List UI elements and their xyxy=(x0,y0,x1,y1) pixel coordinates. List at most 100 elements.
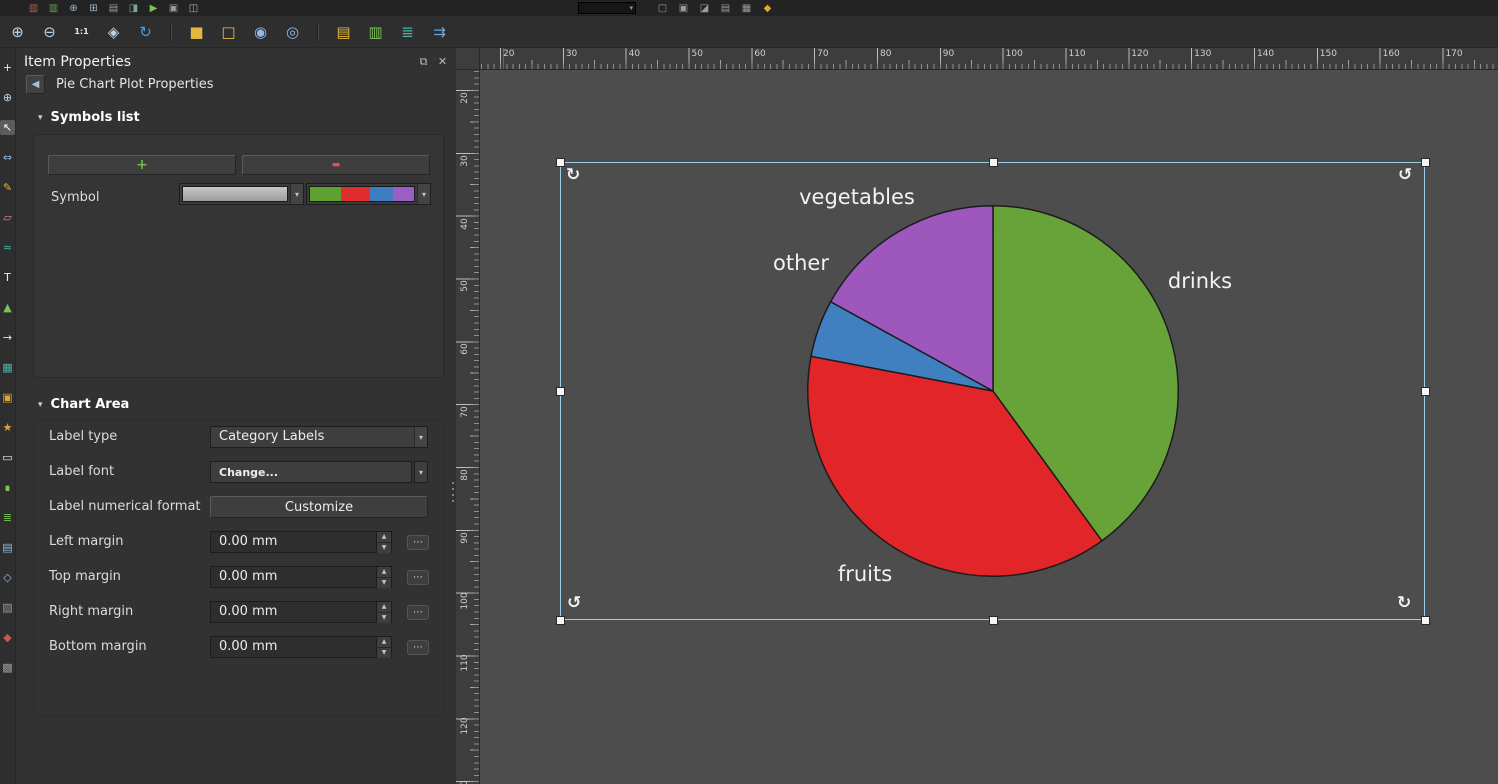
add-html-icon[interactable]: ◇ xyxy=(0,570,15,585)
zoom-out-icon[interactable]: ⊖ xyxy=(38,20,61,43)
add-elevation-icon[interactable]: ▧ xyxy=(0,600,15,615)
group-items-icon[interactable]: ◉ xyxy=(249,20,272,43)
ruler-number: 70 xyxy=(817,49,828,59)
data-defined-override-button[interactable]: ⋯ xyxy=(407,640,429,655)
symbol-colors-dropdown[interactable]: ▾ xyxy=(306,183,431,205)
pie-chart-item[interactable] xyxy=(798,196,1188,586)
rotate-handle-icon[interactable]: ↺ xyxy=(1398,165,1412,185)
spin-up-icon[interactable]: ▲ xyxy=(377,602,391,613)
toolbar-combo-box[interactable]: ▾ xyxy=(578,2,636,14)
toolbar-icon-l[interactable]: ◪ xyxy=(697,2,712,15)
margin-spinbox[interactable]: 0.00 mm ▲ ▼ xyxy=(210,566,392,588)
selection-handle[interactable] xyxy=(556,387,565,396)
margin-spinbox[interactable]: 0.00 mm ▲ ▼ xyxy=(210,636,392,658)
back-button[interactable]: ◀ xyxy=(26,75,45,94)
add-symbol-button[interactable]: + xyxy=(48,155,236,175)
align-items-icon[interactable]: ≣ xyxy=(396,20,419,43)
close-panel-icon[interactable]: ✕ xyxy=(435,55,450,69)
toolbar-icon-c[interactable]: ⊕ xyxy=(66,2,81,15)
unlock-items-icon[interactable]: □ xyxy=(217,20,240,43)
spin-down-icon[interactable]: ▼ xyxy=(377,578,391,588)
toolbar-icon-g[interactable]: ▶ xyxy=(146,2,161,15)
add-table-icon[interactable]: ▤ xyxy=(0,540,15,555)
select-tool-icon[interactable]: ↖ xyxy=(0,120,15,135)
ruler-top[interactable]: 2030405060708090100110120130140150160170 xyxy=(480,48,1498,70)
zoom-in-icon[interactable]: ⊕ xyxy=(6,20,29,43)
add-scalebar-icon[interactable]: ▭ xyxy=(0,450,15,465)
add-node-item-icon[interactable]: ▱ xyxy=(0,210,15,225)
spin-down-icon[interactable]: ▼ xyxy=(377,543,391,553)
layout-canvas[interactable]: drinksfruitsothervegetables ↻ ↺ ↺ ↻ xyxy=(480,70,1498,784)
ruler-left[interactable]: 2030405060708090100110120130 xyxy=(456,70,480,784)
selection-handle[interactable] xyxy=(989,158,998,167)
add-polyline-icon[interactable]: ≈ xyxy=(0,240,15,255)
customize-number-format-button[interactable]: Customize xyxy=(210,496,428,518)
spin-up-icon[interactable]: ▲ xyxy=(377,637,391,648)
distribute-items-icon[interactable]: ⇉ xyxy=(428,20,451,43)
add-3d-map-icon[interactable]: ▩ xyxy=(0,660,15,675)
label-font-dropdown[interactable]: ▾ xyxy=(414,461,428,483)
move-item-tool-icon[interactable]: ⇔ xyxy=(0,150,15,165)
add-map-icon[interactable]: ▦ xyxy=(0,360,15,375)
lock-items-icon[interactable]: ■ xyxy=(185,20,208,43)
selection-handle[interactable] xyxy=(989,616,998,625)
symbols-list-section-header[interactable]: ▾ Symbols list xyxy=(38,110,140,125)
data-defined-override-button[interactable]: ⋯ xyxy=(407,605,429,620)
toolbar-icon-f[interactable]: ◨ xyxy=(126,2,141,15)
selection-handle[interactable] xyxy=(1421,616,1430,625)
toolbar-icon-h[interactable]: ▣ xyxy=(166,2,181,15)
label-font-button[interactable]: Change... xyxy=(210,461,412,483)
add-label-icon[interactable]: T xyxy=(0,270,15,285)
toolbar-icon-e[interactable]: ▤ xyxy=(106,2,121,15)
selection-handle[interactable] xyxy=(1421,158,1430,167)
zoom-actual-icon[interactable]: 1:1 xyxy=(70,20,93,43)
add-picture-icon[interactable]: ▣ xyxy=(0,390,15,405)
selection-handle[interactable] xyxy=(556,616,565,625)
spin-down-icon[interactable]: ▼ xyxy=(377,613,391,623)
toolbar-separator xyxy=(317,23,319,41)
zoom-tool-icon[interactable]: ⊕ xyxy=(0,90,15,105)
raise-items-icon[interactable]: ▤ xyxy=(332,20,355,43)
add-legend-icon[interactable]: ≣ xyxy=(0,510,15,525)
ruler-number: 100 xyxy=(1006,49,1023,59)
float-panel-icon[interactable]: ⧉ xyxy=(416,55,431,69)
margin-spinbox[interactable]: 0.00 mm ▲ ▼ xyxy=(210,531,392,553)
chart-area-section-header[interactable]: ▾ Chart Area xyxy=(38,397,129,412)
toolbar-icon-b[interactable]: ▥ xyxy=(46,2,61,15)
toolbar-icon-n[interactable]: ▦ xyxy=(739,2,754,15)
selection-handle[interactable] xyxy=(1421,387,1430,396)
rotate-handle-icon[interactable]: ↻ xyxy=(1397,593,1411,613)
add-arrow-icon[interactable]: → xyxy=(0,330,15,345)
margin-spinbox[interactable]: 0.00 mm ▲ ▼ xyxy=(210,601,392,623)
add-north-arrow-icon[interactable]: ★ xyxy=(0,420,15,435)
toolbar-icon-o[interactable]: ◆ xyxy=(760,2,775,15)
zoom-full-icon[interactable]: ◈ xyxy=(102,20,125,43)
ramp-color-3 xyxy=(393,187,414,201)
toolbar-icon-j[interactable]: ▢ xyxy=(655,2,670,15)
toolbar-icon-d[interactable]: ⊞ xyxy=(86,2,101,15)
add-marker-icon[interactable]: ◆ xyxy=(0,630,15,645)
toolbar-icon-m[interactable]: ▤ xyxy=(718,2,733,15)
pan-tool-icon[interactable]: + xyxy=(0,60,15,75)
symbol-style-dropdown[interactable]: ▾ xyxy=(179,183,304,205)
toolbar-icon-k[interactable]: ▣ xyxy=(676,2,691,15)
label-type-dropdown[interactable]: Category Labels ▾ xyxy=(210,426,428,448)
edit-nodes-tool-icon[interactable]: ✎ xyxy=(0,180,15,195)
spin-up-icon[interactable]: ▲ xyxy=(377,567,391,578)
toolbar-icon-i[interactable]: ◫ xyxy=(186,2,201,15)
rotate-handle-icon[interactable]: ↻ xyxy=(566,165,580,185)
refresh-view-icon[interactable]: ↻ xyxy=(134,20,157,43)
lower-items-icon[interactable]: ▥ xyxy=(364,20,387,43)
spin-down-icon[interactable]: ▼ xyxy=(377,648,391,658)
chevron-down-icon: ▾ xyxy=(629,3,633,14)
add-shape-icon[interactable]: ▲ xyxy=(0,300,15,315)
rotate-handle-icon[interactable]: ↺ xyxy=(567,593,581,613)
toolbar-icon-a[interactable]: ▥ xyxy=(26,2,41,15)
spin-up-icon[interactable]: ▲ xyxy=(377,532,391,543)
data-defined-override-button[interactable]: ⋯ xyxy=(407,535,429,550)
remove-symbol-button[interactable]: ▬ xyxy=(242,155,430,175)
ungroup-items-icon[interactable]: ◎ xyxy=(281,20,304,43)
selection-handle[interactable] xyxy=(556,158,565,167)
data-defined-override-button[interactable]: ⋯ xyxy=(407,570,429,585)
add-chart-icon[interactable]: ∎ xyxy=(0,480,15,495)
